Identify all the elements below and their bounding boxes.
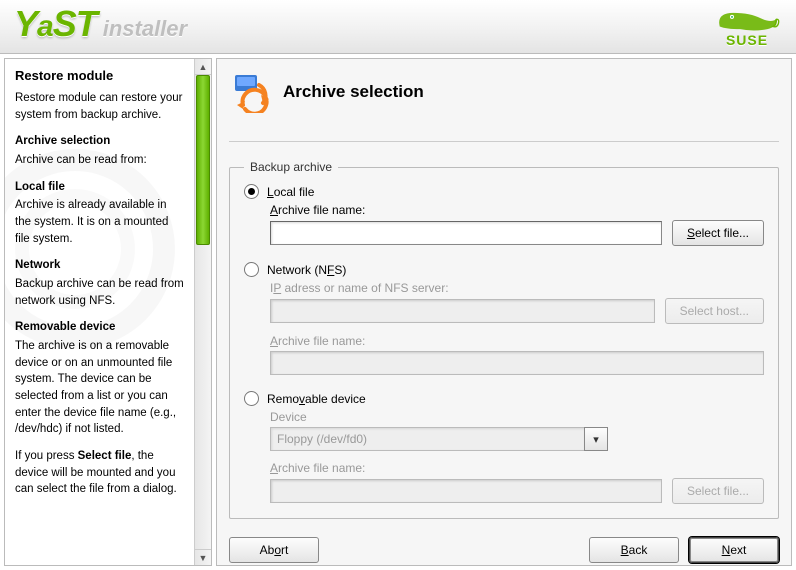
help-h-1: Local file: [15, 179, 184, 196]
radio-local-file-label[interactable]: Local file: [267, 185, 314, 199]
brand-logo-text: YaST: [14, 10, 97, 44]
main-pane: Archive selection Backup archive Local f…: [216, 58, 792, 566]
page-title: Archive selection: [283, 82, 424, 102]
local-file-label: Archive file name:: [270, 203, 764, 217]
chevron-down-icon: ▾: [593, 433, 599, 446]
radio-network-nfs[interactable]: [244, 262, 259, 277]
removable-file-label: Archive file name:: [270, 461, 764, 475]
archive-selection-icon: [229, 71, 271, 113]
help-scrollbar[interactable]: ▲ ▼: [194, 59, 211, 565]
help-p-2: Backup archive can be read from network …: [15, 276, 184, 309]
app-header: YaST installer SUSE: [0, 0, 796, 54]
removable-select-file-button: Select file...: [672, 478, 764, 504]
scroll-down-icon[interactable]: ▼: [195, 549, 211, 565]
radio-local-file[interactable]: [244, 184, 259, 199]
removable-file-input: [270, 479, 662, 503]
nfs-host-input: [270, 299, 655, 323]
help-h-3: Removable device: [15, 319, 184, 336]
help-pane: Restore module Restore module can restor…: [4, 58, 212, 566]
backup-archive-group: Backup archive Local file Archive file n…: [229, 160, 779, 519]
device-label: Device: [270, 410, 764, 424]
help-text: Restore module Restore module can restor…: [5, 59, 194, 565]
wizard-buttons: Abort Back Next: [229, 537, 779, 563]
help-tail: If you press Select file, the device wil…: [15, 448, 184, 498]
help-h-0: Archive selection: [15, 133, 184, 150]
group-legend: Backup archive: [244, 160, 338, 174]
help-title: Restore module: [15, 67, 184, 86]
page-header: Archive selection: [229, 71, 779, 142]
scroll-up-icon[interactable]: ▲: [195, 59, 211, 75]
nfs-file-input: [270, 351, 764, 375]
brand-subtitle: installer: [103, 16, 187, 42]
distro-logo: SUSE: [712, 6, 782, 48]
local-select-file-button[interactable]: Select file...: [672, 220, 764, 246]
help-p-1: Archive is already available in the syst…: [15, 197, 184, 247]
device-combobox-button[interactable]: ▾: [584, 427, 608, 451]
help-p-0: Archive can be read from:: [15, 152, 184, 169]
brand: YaST installer: [14, 10, 187, 44]
back-button[interactable]: Back: [589, 537, 679, 563]
option-removable: Removable device Device Floppy (/dev/fd0…: [244, 391, 764, 504]
distro-name: SUSE: [726, 32, 768, 48]
nfs-select-host-button: Select host...: [665, 298, 764, 324]
nfs-host-label: IP adress or name of NFS server:: [270, 281, 764, 295]
nfs-file-label: Archive file name:: [270, 334, 764, 348]
radio-removable-device-label[interactable]: Removable device: [267, 392, 366, 406]
option-nfs: Network (NFS) IP adress or name of NFS s…: [244, 262, 764, 375]
radio-removable-device[interactable]: [244, 391, 259, 406]
device-combobox-value: Floppy (/dev/fd0): [270, 427, 584, 451]
help-intro: Restore module can restore your system f…: [15, 90, 184, 123]
option-local: Local file Archive file name: Select fil…: [244, 184, 764, 246]
local-file-input[interactable]: [270, 221, 662, 245]
device-combobox: Floppy (/dev/fd0) ▾: [270, 427, 608, 451]
radio-network-nfs-label[interactable]: Network (NFS): [267, 263, 346, 277]
abort-button[interactable]: Abort: [229, 537, 319, 563]
scroll-thumb[interactable]: [196, 75, 210, 245]
scroll-track[interactable]: [195, 75, 211, 549]
next-button[interactable]: Next: [689, 537, 779, 563]
help-p-3: The archive is on a removable device or …: [15, 338, 184, 438]
help-h-2: Network: [15, 257, 184, 274]
